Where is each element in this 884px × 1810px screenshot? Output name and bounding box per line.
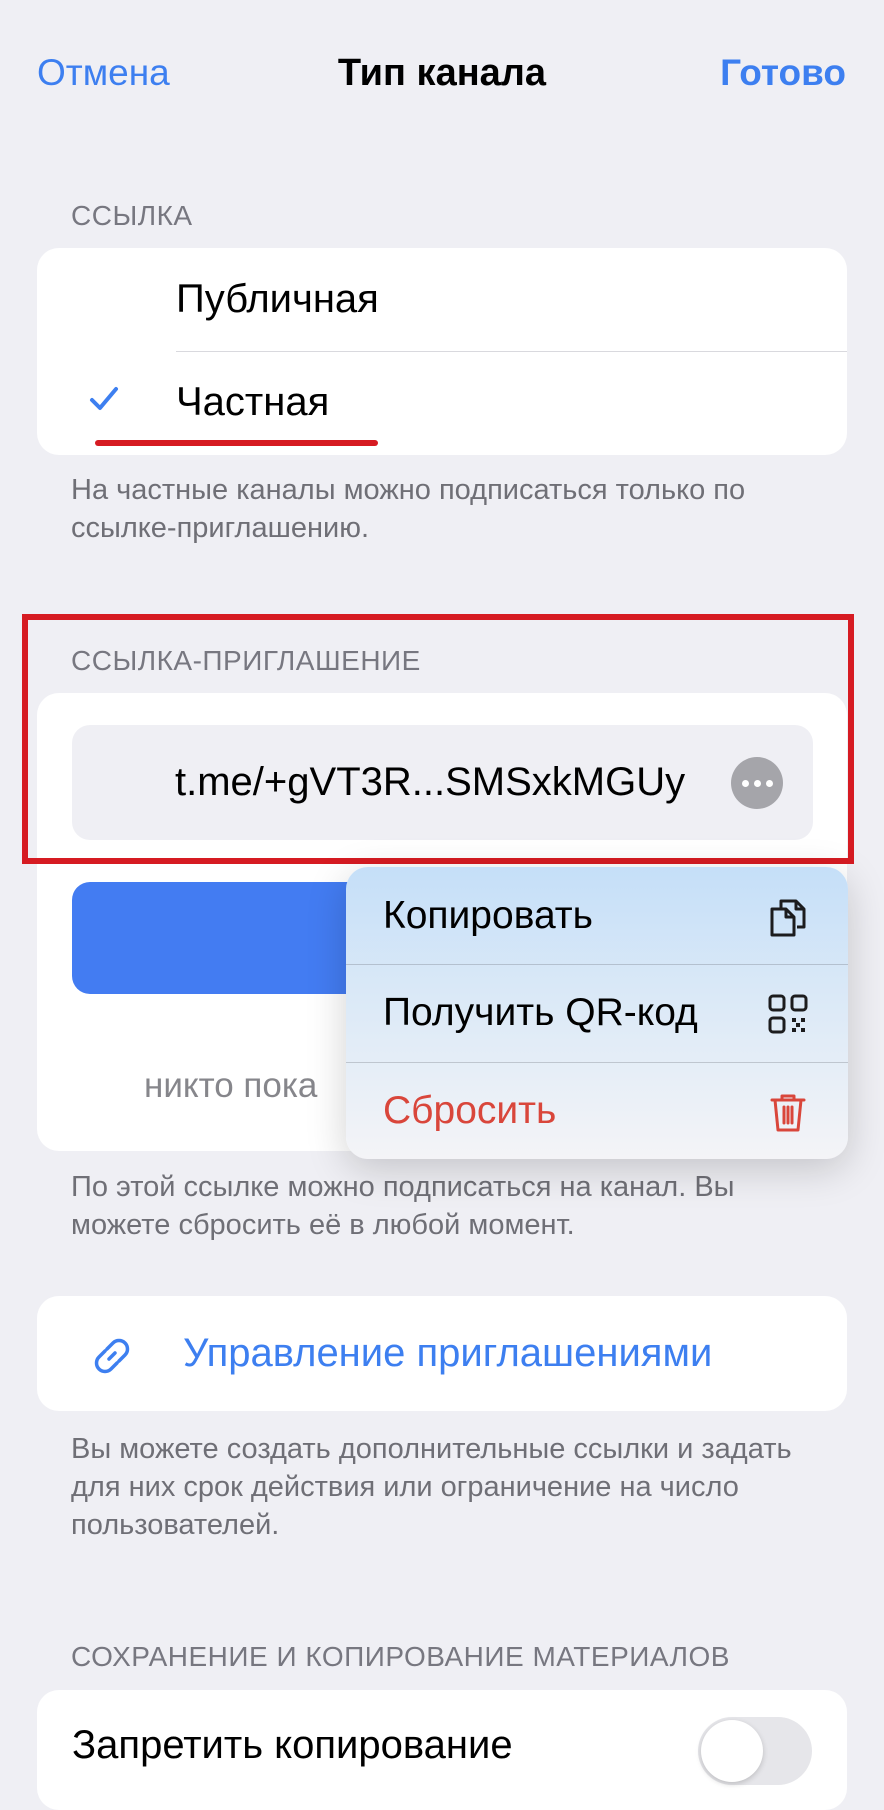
link-type-card: Публичная Частная xyxy=(37,248,847,455)
annotation-underline xyxy=(95,440,378,446)
manage-invites-label: Управление приглашениями xyxy=(183,1331,713,1375)
option-public-label: Публичная xyxy=(176,277,379,321)
option-private[interactable]: Частная xyxy=(37,351,847,453)
checkmark-icon xyxy=(89,384,119,419)
link-section-header: ССЫЛКА xyxy=(71,200,193,231)
joined-count-text: никто пока xyxy=(144,1066,318,1105)
qr-code-icon xyxy=(766,992,810,1041)
context-menu: Копировать Получить QR-код Сбросить xyxy=(346,867,848,1159)
menu-item-qr[interactable]: Получить QR-код xyxy=(346,964,848,1061)
restrict-copy-label: Запретить копирование xyxy=(72,1723,513,1767)
menu-item-copy[interactable]: Копировать xyxy=(346,867,848,964)
invite-section-footer: По этой ссылке можно подписаться на кана… xyxy=(71,1171,735,1241)
link-icon xyxy=(89,1333,135,1384)
trash-icon xyxy=(766,1090,810,1139)
menu-qr-label: Получить QR-код xyxy=(383,991,698,1034)
annotation-box xyxy=(22,614,854,864)
restrict-copy-toggle[interactable] xyxy=(698,1717,812,1785)
restrict-copy-row: Запретить копирование xyxy=(37,1690,847,1810)
toggle-knob xyxy=(701,1720,763,1782)
link-section-footer: На частные каналы можно подписаться толь… xyxy=(71,474,746,544)
done-button[interactable]: Готово xyxy=(720,52,846,94)
option-private-label: Частная xyxy=(176,380,330,424)
menu-copy-label: Копировать xyxy=(383,894,593,937)
cancel-button[interactable]: Отмена xyxy=(37,52,170,94)
copy-icon xyxy=(766,895,810,944)
menu-item-reset[interactable]: Сбросить xyxy=(346,1062,848,1159)
option-public[interactable]: Публичная xyxy=(37,248,847,350)
manage-invites-row[interactable]: Управление приглашениями xyxy=(37,1296,847,1411)
content-section-header: СОХРАНЕНИЕ И КОПИРОВАНИЕ МАТЕРИАЛОВ xyxy=(71,1641,730,1672)
manage-section-footer: Вы можете создать дополнительные ссылки … xyxy=(71,1433,792,1541)
menu-reset-label: Сбросить xyxy=(383,1089,557,1132)
